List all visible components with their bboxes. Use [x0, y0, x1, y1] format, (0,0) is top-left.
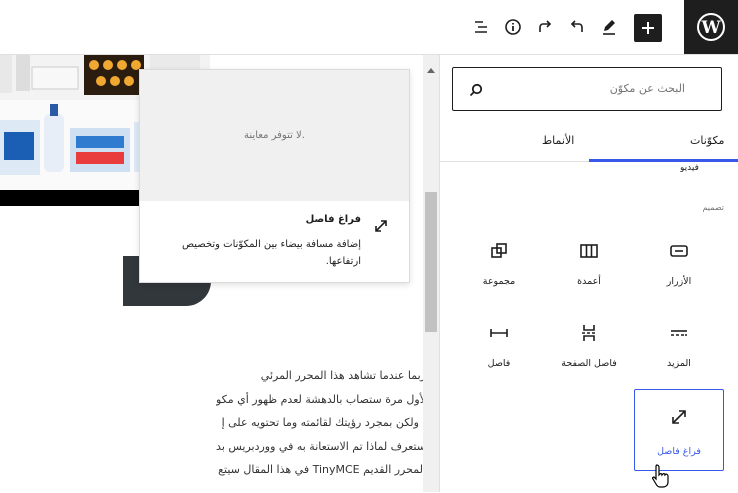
block-label: المزيد — [667, 358, 691, 369]
block-buttons[interactable]: الأزرار — [634, 230, 724, 300]
edit-icon[interactable] — [595, 13, 623, 41]
preview-area: لا تتوفر معاينة. — [140, 70, 409, 201]
block-page-break[interactable]: فاصل الصفحة — [544, 312, 634, 382]
separator-icon — [488, 322, 510, 344]
article-paragraph[interactable]: ربما عندما تشاهد هذا المحرر المرئي لأول … — [216, 364, 426, 482]
block-label: أعمدة — [577, 276, 601, 287]
list-view-icon[interactable] — [467, 13, 495, 41]
block-label: مجموعة — [482, 276, 516, 287]
article-overflow — [0, 364, 212, 484]
block-preview-popover: لا تتوفر معاينة. فراغ فاصل إضافة مسافة ب… — [139, 69, 410, 283]
tab-patterns[interactable]: الأنماط — [542, 134, 574, 147]
search-icon — [469, 82, 483, 97]
block-search-input[interactable]: البحث عن مكوّن — [452, 67, 722, 111]
block-label: فاصل الصفحة — [561, 358, 617, 369]
partial-block-label: فيديو — [680, 163, 699, 172]
undo-icon[interactable] — [563, 13, 591, 41]
spacer-icon — [371, 216, 391, 236]
hand-cursor-icon — [651, 463, 670, 489]
search-placeholder: البحث عن مكوّن — [609, 82, 685, 95]
block-separator[interactable]: فاصل — [454, 312, 544, 382]
no-preview-text: لا تتوفر معاينة. — [244, 130, 305, 141]
article-line: المحرر القديم TinyMCE في هذا المقال سيتع — [218, 463, 426, 476]
block-label: فاصل — [487, 358, 511, 369]
page-break-icon — [578, 322, 600, 344]
block-label: الأزرار — [666, 276, 692, 287]
scroll-up-arrow-icon[interactable] — [426, 59, 436, 73]
block-more[interactable]: المزيد — [634, 312, 724, 382]
sidebar-divider — [439, 55, 440, 492]
info-icon[interactable] — [499, 13, 527, 41]
scrollbar-thumb[interactable] — [425, 192, 437, 332]
tab-blocks[interactable]: مكوّنات — [690, 134, 724, 147]
preview-title: فراغ فاصل — [305, 214, 361, 225]
editor-header — [0, 0, 738, 55]
wordpress-logo-icon[interactable]: W — [684, 0, 738, 54]
add-block-icon[interactable] — [634, 14, 662, 42]
redo-icon[interactable] — [531, 13, 559, 41]
buttons-icon — [668, 240, 690, 262]
more-icon — [668, 322, 690, 344]
block-group[interactable]: مجموعة — [454, 230, 544, 300]
group-icon — [488, 240, 510, 262]
article-line: لأول مرة ستصاب بالدهشة لعدم ظهور أي مكو — [216, 392, 426, 406]
category-heading: تصميم — [702, 203, 724, 212]
block-label: فراغ فاصل — [657, 446, 701, 457]
block-columns[interactable]: أعمدة — [544, 230, 634, 300]
article-line: ربما عندما تشاهد هذا المحرر المرئي — [260, 369, 426, 382]
preview-description: إضافة مسافة بيضاء بين المكوّنات وتخصيص ا… — [182, 239, 361, 267]
article-line: ، ولكن بمجرد رؤيتك لقائمته وما تحتويه عل… — [221, 416, 426, 429]
article-line: ستعرف لماذا تم الاستعانة به في ووردبريس … — [216, 439, 426, 453]
columns-icon — [578, 240, 600, 262]
svg-text:W: W — [700, 18, 721, 38]
block-spacer[interactable]: فراغ فاصل — [634, 389, 724, 471]
spacer-icon — [668, 406, 690, 428]
active-tab-indicator — [589, 159, 738, 162]
